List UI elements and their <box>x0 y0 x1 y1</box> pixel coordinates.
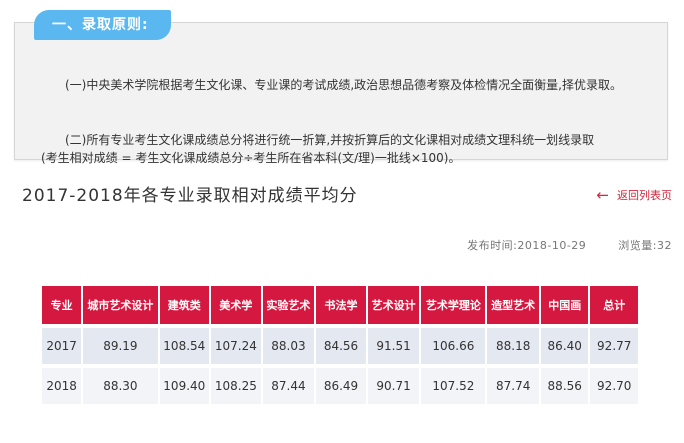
principle-paragraph-2: (二)所有专业考生文化课成绩总分将进行统一折算,并按折算后的文化课相对成绩文理科… <box>41 131 673 167</box>
table-cell: 88.18 <box>487 324 539 364</box>
table-cell: 108.54 <box>159 324 210 364</box>
table-cell: 89.19 <box>83 324 158 364</box>
table-cell: 92.70 <box>590 364 638 404</box>
section-tag: 一、录取原则: <box>34 10 171 40</box>
table-cell: 86.49 <box>316 364 366 404</box>
table-cell: 107.24 <box>211 324 261 364</box>
table-cell: 88.03 <box>262 324 315 364</box>
table-row: 2018 88.30 109.40 108.25 87.44 86.49 90.… <box>42 364 638 404</box>
table-row: 2017 89.19 108.54 107.24 88.03 84.56 91.… <box>42 324 638 364</box>
table-cell: 2017 <box>42 324 82 364</box>
principle-paragraph-2-line-1: (二)所有专业考生文化课成绩总分将进行统一折算,并按折算后的文化课相对成绩文理科… <box>65 133 595 147</box>
header-cell-urban-art-design: 城市艺术设计 <box>83 286 158 324</box>
table-cell: 88.30 <box>83 364 158 404</box>
table-cell: 106.66 <box>421 324 486 364</box>
back-to-list-link[interactable]: ← 返回列表页 <box>596 187 672 203</box>
principle-paragraph-2-line-2: (考生相对成绩 = 考生文化课成绩总分÷考生所在省本科(文/理)一批线×100)… <box>41 151 461 165</box>
table-cell: 87.74 <box>487 364 539 404</box>
article-meta: 发布时间:2018-10-29 浏览量:32 <box>467 237 672 253</box>
table-header-row: 专业 城市艺术设计 建筑类 美术学 实验艺术 书法学 艺术设计 艺术学理论 造型… <box>42 286 638 324</box>
table-cell: 109.40 <box>159 364 210 404</box>
header-cell-chinese-painting: 中国画 <box>541 286 589 324</box>
table-cell: 91.51 <box>367 324 420 364</box>
table-cell: 90.71 <box>367 364 420 404</box>
left-arrow-icon: ← <box>596 185 609 204</box>
table-cell: 87.44 <box>262 364 315 404</box>
header-cell-art-theory: 艺术学理论 <box>421 286 486 324</box>
view-count: 浏览量:32 <box>618 239 672 252</box>
header-cell-art-design: 艺术设计 <box>367 286 420 324</box>
header-cell-total: 总计 <box>590 286 638 324</box>
header-cell-plastic-arts: 造型艺术 <box>487 286 539 324</box>
header-cell-experimental-art: 实验艺术 <box>262 286 315 324</box>
table-cell: 108.25 <box>211 364 261 404</box>
table-cell: 84.56 <box>316 324 366 364</box>
principle-paragraph-1: (一)中央美术学院根据考生文化课、专业课的考试成绩,政治思想品德考察及体检情况全… <box>65 78 622 92</box>
score-table: 专业 城市艺术设计 建筑类 美术学 实验艺术 书法学 艺术设计 艺术学理论 造型… <box>40 286 640 404</box>
publish-time: 发布时间:2018-10-29 <box>467 239 587 252</box>
table-cell: 107.52 <box>421 364 486 404</box>
header-cell-architecture: 建筑类 <box>159 286 210 324</box>
table-cell: 88.56 <box>541 364 589 404</box>
admission-principles-box: (一)中央美术学院根据考生文化课、专业课的考试成绩,政治思想品德考察及体检情况全… <box>14 22 668 165</box>
header-cell-fine-arts: 美术学 <box>211 286 261 324</box>
back-to-list-label: 返回列表页 <box>617 189 672 202</box>
table-cell: 2018 <box>42 364 82 404</box>
table-cell: 92.77 <box>590 324 638 364</box>
header-cell-major: 专业 <box>42 286 82 324</box>
table-cell: 86.40 <box>541 324 589 364</box>
page-title: 2017-2018年各专业录取相对成绩平均分 <box>22 186 358 206</box>
header-cell-calligraphy: 书法学 <box>316 286 366 324</box>
